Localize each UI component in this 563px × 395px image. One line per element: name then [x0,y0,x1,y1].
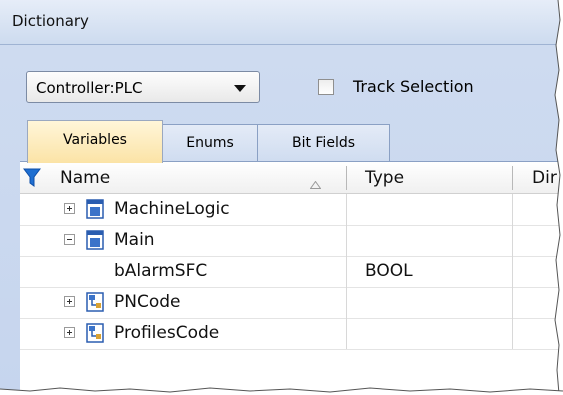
sort-ascending-icon [309,174,322,193]
grid-header: Name Type Dir [20,162,563,194]
table-row[interactable]: MachineLogic [20,194,563,226]
dictionary-panel: Dictionary Controller:PLC Track Selectio… [0,0,563,395]
filter-icon[interactable] [23,168,41,192]
row-type: BOOL [365,261,413,281]
tab-enums[interactable]: Enums [162,124,258,162]
expand-plus-icon[interactable] [64,296,75,307]
row-name: Main [114,230,155,250]
controller-select-value: Controller:PLC [36,79,143,97]
expand-plus-icon[interactable] [64,327,75,338]
row-name: bAlarmSFC [114,261,208,281]
row-name: ProfilesCode [114,323,220,343]
sfc-program-icon [86,292,104,312]
track-selection-label[interactable]: Track Selection [353,77,474,96]
controller-select[interactable]: Controller:PLC [26,71,260,103]
row-name: MachineLogic [114,199,230,219]
column-header-name[interactable]: Name [60,168,110,188]
torn-edge-bottom [0,387,563,394]
variables-grid: Name Type Dir MachineLogic Main bAlarmSF… [20,161,563,395]
tab-bit-fields[interactable]: Bit Fields [257,124,390,162]
expand-plus-icon[interactable] [64,203,75,214]
program-icon [86,230,104,250]
table-row[interactable]: ProfilesCode [20,318,563,350]
table-row[interactable]: PNCode [20,287,563,319]
column-header-type[interactable]: Type [365,168,404,188]
track-selection-checkbox[interactable] [318,79,334,95]
table-row[interactable]: bAlarmSFC BOOL [20,256,563,288]
title-bar: Dictionary [0,0,563,45]
column-divider[interactable] [512,166,513,190]
torn-edge-right [554,0,563,394]
sfc-program-icon [86,323,104,343]
table-row[interactable]: Main [20,225,563,257]
chevron-down-icon[interactable] [234,85,246,92]
collapse-minus-icon[interactable] [64,234,75,245]
program-icon [86,199,104,219]
tab-variables[interactable]: Variables [27,120,163,163]
row-name: PNCode [114,292,181,312]
column-divider[interactable] [346,166,347,190]
panel-title: Dictionary [12,12,89,30]
